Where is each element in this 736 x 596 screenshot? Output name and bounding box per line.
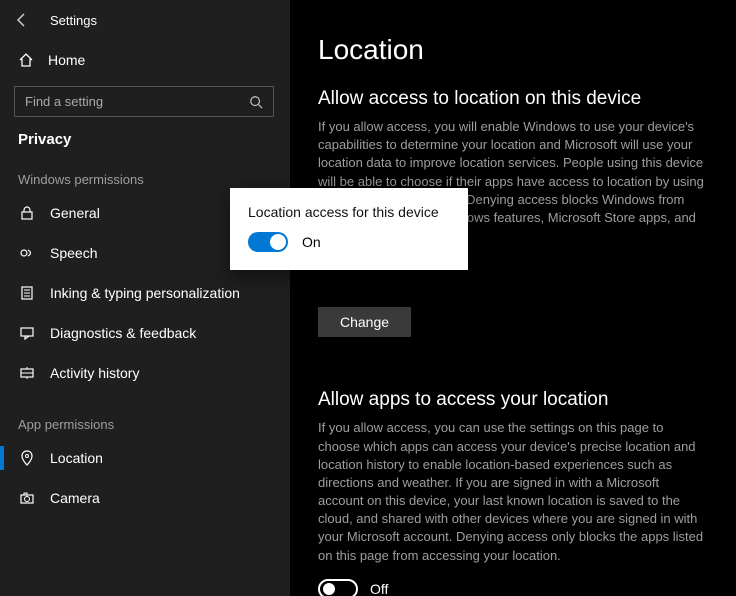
nav-inking[interactable]: Inking & typing personalization — [0, 273, 290, 313]
group-windows-permissions: Windows permissions — [0, 148, 290, 193]
popup-toggle-row: On — [248, 232, 450, 252]
search-placeholder: Find a setting — [25, 94, 249, 109]
popup-title: Location access for this device — [248, 204, 450, 220]
app-root: Settings Home Find a setting Privacy Win… — [0, 0, 736, 596]
search-wrap: Find a setting — [0, 80, 290, 123]
apps-location-toggle-row: Off — [318, 579, 708, 596]
speech-icon — [18, 245, 36, 261]
search-icon — [249, 95, 263, 109]
window-title: Settings — [50, 13, 97, 28]
main-content: Location Allow access to location on thi… — [290, 0, 736, 596]
page-title: Location — [318, 34, 708, 66]
nav-camera[interactable]: Camera — [0, 478, 290, 518]
nav-activity[interactable]: Activity history — [0, 353, 290, 393]
history-icon — [18, 365, 36, 381]
sidebar: Settings Home Find a setting Privacy Win… — [0, 0, 290, 596]
feedback-icon — [18, 325, 36, 341]
clipboard-icon — [18, 285, 36, 301]
nav-label: Inking & typing personalization — [50, 285, 240, 301]
nav-label: General — [50, 205, 100, 221]
location-access-popup: Location access for this device On — [230, 188, 468, 270]
nav-label: Speech — [50, 245, 97, 261]
nav-label: Camera — [50, 490, 100, 506]
apps-location-toggle[interactable] — [318, 579, 358, 596]
section2: Allow apps to access your location If yo… — [318, 389, 708, 596]
change-button[interactable]: Change — [318, 307, 411, 337]
nav-label: Activity history — [50, 365, 139, 381]
nav-label: Location — [50, 450, 103, 466]
camera-icon — [18, 490, 36, 506]
privacy-section-label: Privacy — [0, 123, 290, 148]
search-input[interactable]: Find a setting — [14, 86, 274, 117]
section1-heading: Allow access to location on this device — [318, 88, 708, 110]
lock-icon — [18, 205, 36, 221]
home-icon — [18, 52, 34, 68]
apps-location-toggle-state: Off — [370, 581, 388, 596]
device-location-toggle[interactable] — [248, 232, 288, 252]
home-label: Home — [48, 52, 85, 68]
nav-diagnostics[interactable]: Diagnostics & feedback — [0, 313, 290, 353]
nav-label: Diagnostics & feedback — [50, 325, 196, 341]
group-app-permissions: App permissions — [0, 393, 290, 438]
device-location-toggle-state: On — [302, 234, 321, 250]
back-arrow-icon[interactable] — [14, 12, 30, 28]
nav-location[interactable]: Location — [0, 438, 290, 478]
section2-heading: Allow apps to access your location — [318, 389, 708, 411]
section2-description: If you allow access, you can use the set… — [318, 419, 708, 565]
sidebar-header: Settings — [0, 8, 290, 40]
sidebar-home[interactable]: Home — [0, 40, 290, 80]
location-icon — [18, 450, 36, 466]
